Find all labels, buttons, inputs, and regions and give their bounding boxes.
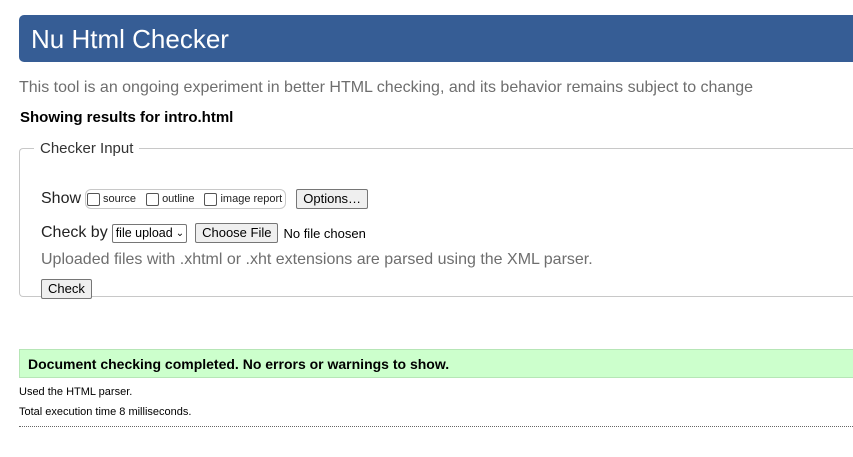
execution-time: Total execution time 8 milliseconds. bbox=[19, 406, 192, 418]
image-report-label: image report bbox=[220, 193, 283, 205]
check-by-selected-value: file upload bbox=[115, 226, 173, 240]
choose-file-button[interactable]: Choose File bbox=[195, 223, 279, 243]
app-header: Nu Html Checker bbox=[19, 15, 853, 62]
page-title: Nu Html Checker bbox=[31, 24, 229, 54]
show-outline-option[interactable]: outline bbox=[146, 192, 195, 206]
show-image-report-option[interactable]: image report bbox=[204, 192, 283, 206]
image-report-checkbox[interactable] bbox=[204, 192, 218, 206]
results-heading: Showing results for intro.html bbox=[20, 109, 234, 126]
check-by-select[interactable]: file upload ⌄ bbox=[111, 223, 188, 243]
source-label: source bbox=[103, 193, 137, 205]
success-message: Document checking completed. No errors o… bbox=[28, 356, 450, 372]
show-row: Show source outline image report Options… bbox=[41, 189, 369, 209]
outline-checkbox[interactable] bbox=[146, 192, 160, 206]
show-options-group: source outline image report bbox=[85, 189, 287, 209]
check-by-label: Check by bbox=[41, 224, 108, 241]
divider bbox=[19, 426, 853, 427]
checker-input-fieldset: Checker Input Show source outline image … bbox=[19, 140, 853, 299]
outline-label: outline bbox=[162, 193, 195, 205]
xml-parser-note: Uploaded files with .xhtml or .xht exten… bbox=[41, 251, 593, 268]
check-button[interactable]: Check bbox=[41, 279, 92, 299]
success-message-box: Document checking completed. No errors o… bbox=[19, 349, 853, 378]
file-status: No file chosen bbox=[283, 225, 366, 241]
checker-input-legend: Checker Input bbox=[40, 140, 134, 157]
source-checkbox[interactable] bbox=[87, 192, 101, 206]
show-source-option[interactable]: source bbox=[87, 192, 137, 206]
intro-text: This tool is an ongoing experiment in be… bbox=[19, 79, 754, 96]
show-label: Show bbox=[41, 190, 82, 207]
chevron-down-icon: ⌄ bbox=[175, 227, 185, 239]
parser-info: Used the HTML parser. bbox=[19, 386, 133, 398]
check-by-row: Check by file upload ⌄ Choose File No fi… bbox=[41, 223, 366, 243]
options-button[interactable]: Options… bbox=[296, 189, 369, 209]
